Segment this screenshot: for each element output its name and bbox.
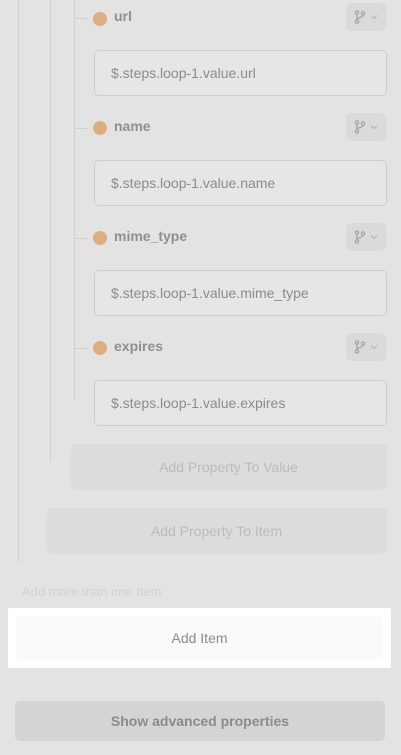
property-row-expires: expires: [0, 330, 401, 361]
property-value-input[interactable]: $.steps.loop-1.value.url: [94, 50, 387, 96]
property-value-input[interactable]: $.steps.loop-1.value.name: [94, 160, 387, 206]
branch-icon: [354, 340, 366, 354]
property-value-input[interactable]: $.steps.loop-1.value.mime_type: [94, 270, 387, 316]
property-row-url: url: [0, 0, 401, 31]
branch-icon: [354, 230, 366, 244]
property-type-button[interactable]: [346, 3, 386, 31]
chevron-down-icon: [370, 345, 378, 350]
property-row-mime-type: mime_type: [0, 220, 401, 251]
add-property-to-value-button[interactable]: Add Property To Value: [70, 444, 387, 490]
tree-line-outer: [18, 0, 19, 562]
property-name: expires: [114, 338, 164, 354]
add-item-button[interactable]: Add Item: [16, 616, 383, 660]
add-property-to-item-button[interactable]: Add Property To Item: [46, 508, 387, 554]
chevron-down-icon: [370, 235, 378, 240]
property-type-button[interactable]: [346, 113, 386, 141]
add-item-hint: Add more than one Item: [22, 584, 162, 599]
property-type-button[interactable]: [346, 223, 386, 251]
add-item-panel: Add Item: [8, 608, 391, 668]
property-name: url: [114, 8, 132, 24]
property-type-button[interactable]: [346, 333, 386, 361]
property-name: mime_type: [114, 228, 188, 244]
property-dot: [93, 12, 107, 26]
property-dot: [93, 341, 107, 355]
chevron-down-icon: [370, 15, 378, 20]
chevron-down-icon: [370, 125, 378, 130]
property-name: name: [114, 118, 151, 134]
property-value-input[interactable]: $.steps.loop-1.value.expires: [94, 380, 387, 426]
branch-icon: [354, 10, 366, 24]
property-row-name: name: [0, 110, 401, 141]
show-advanced-properties-button[interactable]: Show advanced properties: [15, 701, 385, 741]
property-dot: [93, 231, 107, 245]
branch-icon: [354, 120, 366, 134]
property-dot: [93, 121, 107, 135]
